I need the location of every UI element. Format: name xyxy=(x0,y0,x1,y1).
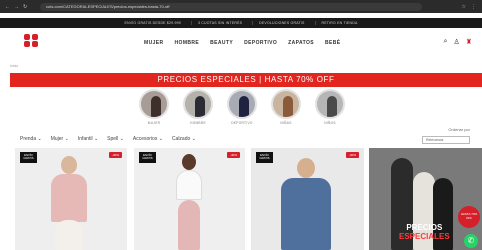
promo-sticker: HASTA 70% OFF xyxy=(458,206,480,228)
filter-dropdown[interactable]: Calzado ⌄ xyxy=(172,136,196,142)
sale-banner[interactable]: PRECIOS ESPECIALES | HASTA 70% OFF xyxy=(10,73,482,87)
browser-actions: ☆ ⋮ xyxy=(462,4,482,10)
filter-dropdown[interactable]: Prenda ⌄ xyxy=(20,136,42,142)
search-icon[interactable]: ⌕ xyxy=(444,38,448,46)
product-image xyxy=(297,158,315,178)
category-image xyxy=(183,89,213,119)
promo-item[interactable]: ENVÍO GRATIS DESDE $29.999 xyxy=(118,21,187,25)
bag-icon[interactable]: ♜ xyxy=(466,38,472,46)
menu-item-deportivo[interactable]: DEPORTIVO xyxy=(244,40,277,46)
shipping-badge: ENVÍO GRATIS xyxy=(139,152,156,163)
site-header: MUJER HOMBRE BEAUTY DEPORTIVO ZAPATOS BE… xyxy=(0,29,482,55)
bookmark-star-icon[interactable]: ☆ xyxy=(462,4,466,10)
shipping-badge: ENVÍO GRATIS xyxy=(256,152,273,163)
product-card[interactable]: ENVÍO GRATIS -30% xyxy=(251,148,364,250)
discount-badge: -30% xyxy=(346,152,359,158)
reload-icon[interactable]: ↻ xyxy=(23,4,27,10)
sort-label: Ordenar por xyxy=(448,127,470,132)
category-label: NIÑAS xyxy=(280,121,292,125)
category-label: DEPORTIVO xyxy=(231,121,253,125)
category-label: HOMBRE xyxy=(190,121,206,125)
category-carousel: MUJER HOMBRE DEPORTIVO NIÑAS NIÑOS xyxy=(139,89,345,125)
filter-dropdown[interactable]: Accesorios ⌄ xyxy=(133,136,163,142)
product-image xyxy=(51,174,87,222)
product-image xyxy=(182,154,196,170)
category-image xyxy=(271,89,301,119)
menu-item-beauty[interactable]: BEAUTY xyxy=(210,40,233,46)
sort-select[interactable]: Relevancia xyxy=(422,136,470,144)
back-icon[interactable]: ← xyxy=(5,4,10,10)
menu-item-bebe[interactable]: BEBÉ xyxy=(325,40,341,46)
discount-badge: -40% xyxy=(227,152,240,158)
menu-item-zapatos[interactable]: ZAPATOS xyxy=(288,40,314,46)
breadcrumb[interactable]: Inicio xyxy=(10,64,18,68)
whatsapp-icon[interactable]: ✆ xyxy=(464,234,478,248)
category-item-mujer[interactable]: MUJER xyxy=(139,89,169,125)
filter-dropdown[interactable]: Spell ⌄ xyxy=(107,136,124,142)
product-image xyxy=(61,156,77,174)
promo-strip: ENVÍO GRATIS DESDE $29.999 3 CUOTAS SIN … xyxy=(0,18,482,28)
promo-item[interactable]: DEVOLUCIONES GRATIS xyxy=(252,21,310,25)
product-image xyxy=(178,200,200,250)
filter-bar: Prenda ⌄ Mujer ⌄ Infantil ⌄ Spell ⌄ Acce… xyxy=(20,136,196,142)
main-menu: MUJER HOMBRE BEAUTY DEPORTIVO ZAPATOS BE… xyxy=(144,40,341,46)
category-image xyxy=(315,89,345,119)
forward-icon[interactable]: → xyxy=(14,4,19,10)
menu-item-mujer[interactable]: MUJER xyxy=(144,40,164,46)
category-item-hombre[interactable]: HOMBRE xyxy=(183,89,213,125)
product-image xyxy=(55,220,83,250)
promo-title: PRECIOS ESPECIALES xyxy=(399,223,450,241)
category-item-ninas[interactable]: NIÑAS xyxy=(271,89,301,125)
product-image xyxy=(281,178,331,250)
browser-nav: ← → ↻ xyxy=(0,4,40,10)
shipping-badge: ENVÍO GRATIS xyxy=(20,152,37,163)
category-label: MUJER xyxy=(147,121,161,125)
browser-toolbar: ← → ↻ cuts.com/CATEGORIA-ESPECIALES/prec… xyxy=(0,0,482,13)
header-icons: ⌕ ♙ ♜ xyxy=(444,38,472,46)
category-label: NIÑOS xyxy=(324,121,336,125)
account-icon[interactable]: ♙ xyxy=(453,38,459,46)
category-image xyxy=(139,89,169,119)
promo-card[interactable]: PRECIOS ESPECIALES HASTA 70% OFF ✆ xyxy=(369,148,482,250)
menu-item-hombre[interactable]: HOMBRE xyxy=(175,40,200,46)
browser-menu-icon[interactable]: ⋮ xyxy=(471,4,476,10)
product-card[interactable]: ENVÍO GRATIS -30% xyxy=(15,148,127,250)
promo-item[interactable]: 3 CUOTAS SIN INTERÉS xyxy=(190,21,248,25)
filter-dropdown[interactable]: Mujer ⌄ xyxy=(51,136,69,142)
product-card[interactable]: ENVÍO GRATIS -40% xyxy=(134,148,245,250)
product-image xyxy=(176,170,202,200)
category-item-deportivo[interactable]: DEPORTIVO xyxy=(227,89,257,125)
filter-dropdown[interactable]: Infantil ⌄ xyxy=(78,136,98,142)
promo-item[interactable]: RETIRO EN TIENDA xyxy=(314,21,364,25)
category-image xyxy=(227,89,257,119)
brand-logo[interactable] xyxy=(24,34,40,48)
category-item-ninos[interactable]: NIÑOS xyxy=(315,89,345,125)
discount-badge: -30% xyxy=(109,152,122,158)
address-bar[interactable]: cuts.com/CATEGORIA-ESPECIALES/precios-es… xyxy=(40,2,422,11)
